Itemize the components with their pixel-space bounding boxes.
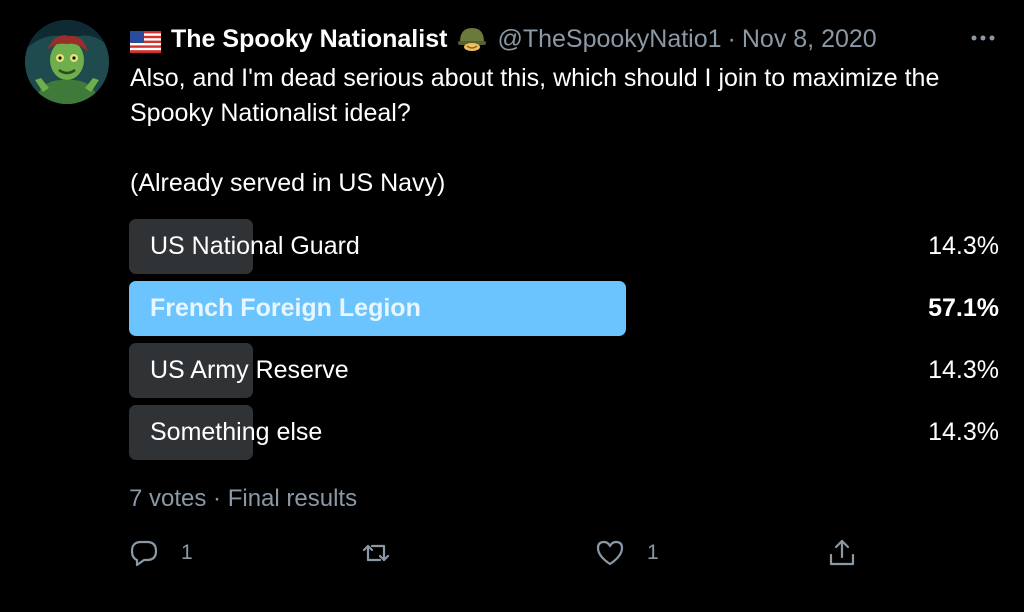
poll-meta: 7 votes · Final results: [129, 482, 357, 516]
share-button[interactable]: [827, 535, 857, 571]
avatar[interactable]: [25, 20, 109, 104]
poll-option-label: US National Guard: [150, 232, 360, 260]
tweet-text: Also, and I'm dead serious about this, w…: [130, 61, 1000, 201]
poll-option-percent: 14.3%: [928, 418, 999, 446]
us-flag-icon: [130, 28, 161, 53]
like-count: 1: [647, 541, 659, 564]
more-options-icon[interactable]: [970, 28, 996, 48]
poll-status: Final results: [227, 485, 358, 512]
tweet-actions: 1 1: [129, 535, 869, 571]
poll: US National Guard 14.3% French Foreign L…: [129, 219, 999, 467]
retweet-icon: [362, 544, 390, 562]
poll-option-label: French Foreign Legion: [150, 294, 421, 322]
poll-vote-count: 7 votes: [129, 485, 207, 512]
poll-option-percent: 14.3%: [928, 232, 999, 260]
retweet-button[interactable]: [361, 535, 413, 571]
military-helmet-icon: [457, 26, 487, 52]
share-icon: [829, 539, 855, 566]
poll-option-label: Something else: [150, 418, 323, 446]
tweet-text-line: Also, and I'm dead serious about this, w…: [130, 64, 940, 127]
tweet-date[interactable]: Nov 8, 2020: [742, 22, 877, 56]
poll-option: US Army Reserve 14.3%: [129, 343, 999, 398]
reply-button[interactable]: 1: [129, 535, 193, 571]
tweet[interactable]: The Spooky Nationalist @TheSpookyNatio1 …: [0, 0, 1024, 612]
reply-count: 1: [181, 541, 193, 564]
poll-meta-separator: ·: [206, 485, 228, 512]
poll-option-percent: 14.3%: [928, 356, 999, 384]
poll-option-winner: French Foreign Legion 57.1%: [129, 281, 999, 336]
avatar-image: [25, 20, 109, 104]
display-name[interactable]: The Spooky Nationalist: [171, 22, 447, 56]
handle[interactable]: @TheSpookyNatio1: [497, 22, 721, 56]
poll-option: US National Guard 14.3%: [129, 219, 999, 274]
tweet-header: The Spooky Nationalist @TheSpookyNatio1 …: [130, 22, 877, 56]
heart-icon: [596, 540, 624, 566]
tweet-text-line: (Already served in US Navy): [130, 169, 446, 197]
poll-option-percent: 57.1%: [928, 294, 999, 322]
poll-option-label: US Army Reserve: [150, 356, 349, 384]
reply-icon: [130, 540, 158, 567]
separator-dot: ·: [727, 25, 736, 53]
poll-option: Something else 14.3%: [129, 405, 999, 460]
like-button[interactable]: 1: [595, 535, 659, 571]
